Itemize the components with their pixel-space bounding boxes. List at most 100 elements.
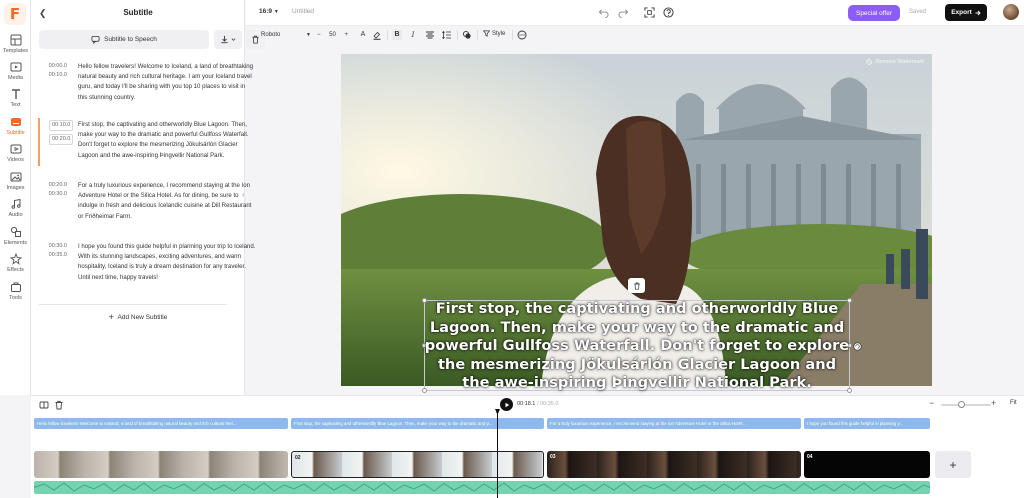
subtitle-text[interactable]: First stop, the captivating and otherwor… <box>78 120 256 161</box>
export-button[interactable]: Export <box>945 4 987 21</box>
rail-item-tools[interactable]: Tools <box>0 281 31 301</box>
help-icon[interactable] <box>663 7 674 18</box>
rail-label: Elements <box>4 240 27 246</box>
subtitle-end[interactable]: 00:35.0 <box>39 251 75 260</box>
layers-icon[interactable] <box>462 30 472 40</box>
italic-icon[interactable]: I <box>408 30 418 40</box>
fullscreen-icon[interactable] <box>644 7 655 18</box>
redo-icon[interactable] <box>618 7 629 18</box>
elements-icon <box>10 226 21 237</box>
rail-item-images[interactable]: Images <box>0 171 31 191</box>
rail-label: Videos <box>7 157 24 163</box>
video-clip-4[interactable]: 04 <box>804 451 930 478</box>
videos-icon <box>10 144 21 154</box>
aspect-ratio-select[interactable]: 16:9 ▼ <box>259 8 279 15</box>
toolbar-divider <box>512 30 513 40</box>
subtitle-times: 00:10.0 00:20.0 <box>39 120 75 148</box>
fit-button[interactable]: Fit <box>1010 400 1017 406</box>
top-bar: 16:9 ▼ Untitled Special offer Saved Expo… <box>246 0 1024 26</box>
subtitle-track-clip[interactable]: First stop, the captivating and otherwor… <box>291 418 544 429</box>
subtitle-times: 00:30.0 00:35.0 <box>39 242 75 260</box>
project-name[interactable]: Untitled <box>292 8 314 15</box>
subtitle-text[interactable]: Hello fellow travelers! Welcome to Icela… <box>78 62 256 103</box>
subtitle-end[interactable]: 00:30.0 <box>39 190 75 199</box>
collapse-panel-icon[interactable]: ‹ <box>242 190 250 206</box>
filter-icon <box>483 30 490 37</box>
video-clip-1[interactable] <box>34 451 288 478</box>
chevron-down-icon: ▼ <box>306 32 311 38</box>
editor-app: F Templates Media Text Subtitle Videos I… <box>0 0 1024 498</box>
effects-icon <box>9 253 22 265</box>
rail-item-effects[interactable]: Effects <box>0 253 31 273</box>
rail-label: Tools <box>9 295 22 301</box>
rotate-icon[interactable] <box>853 342 862 351</box>
video-clip-3[interactable]: 03 <box>547 451 801 478</box>
subtitle-track-clip[interactable]: I hope you found this guide helpful in p… <box>804 418 930 429</box>
rail-item-audio[interactable]: Audio <box>0 198 31 218</box>
remove-watermark-button[interactable]: Remove Watermark <box>866 59 924 65</box>
zoom-slider[interactable] <box>941 404 991 406</box>
font-size-stepper[interactable]: − 50 + <box>315 29 350 41</box>
subtitle-text[interactable]: I hope you found this guide helpful in p… <box>78 242 256 283</box>
add-subtitle-label: Add New Subtitle <box>117 314 168 321</box>
decrease-size-icon[interactable]: − <box>317 32 321 38</box>
clip-number: 02 <box>295 455 301 461</box>
subtitle-start-input[interactable]: 00:10.0 <box>49 120 73 131</box>
highlight-color-icon[interactable] <box>372 30 382 40</box>
user-avatar[interactable] <box>1003 4 1019 20</box>
speech-button-label: Subtitle to Speech <box>104 36 157 43</box>
trash-icon[interactable] <box>54 400 64 410</box>
app-logo[interactable]: F <box>4 3 26 25</box>
line-spacing-icon[interactable] <box>442 30 452 40</box>
delete-caption-button[interactable] <box>628 278 645 293</box>
text-icon <box>11 89 20 99</box>
split-icon[interactable] <box>39 400 49 410</box>
text-color-icon[interactable]: A <box>358 30 368 40</box>
current-time: 00:18.1 <box>517 401 536 407</box>
rail-item-elements[interactable]: Elements <box>0 226 31 246</box>
media-icon <box>10 62 21 72</box>
watermark-icon <box>866 59 872 65</box>
download-button[interactable] <box>214 30 242 49</box>
tools-icon <box>10 282 21 292</box>
subtitle-track-clip[interactable]: For a truly luxurious experience, I reco… <box>547 418 801 429</box>
watermark-label: Remove Watermark <box>875 59 924 65</box>
subtitle-text[interactable]: For a truly luxurious experience, I reco… <box>78 181 256 222</box>
zoom-in-icon[interactable]: + <box>991 398 996 408</box>
more-options-icon[interactable] <box>517 30 527 40</box>
caption-text[interactable]: First stop, the captivating and otherwor… <box>424 300 850 393</box>
align-center-icon[interactable] <box>425 30 435 40</box>
playhead[interactable] <box>497 410 498 498</box>
subtitle-end[interactable]: 00:10.0 <box>39 71 75 80</box>
subtitle-to-speech-button[interactable]: Subtitle to Speech <box>39 30 209 49</box>
add-clip-button[interactable]: + <box>935 451 971 478</box>
total-time: / 00:35.0 <box>537 401 559 407</box>
timeline: 00:18.1 / 00:35.0 − + Fit Hello fellow t… <box>31 395 1024 498</box>
rail-item-subtitle[interactable]: Subtitle <box>0 116 31 136</box>
rail-item-text[interactable]: Text <box>0 88 31 108</box>
font-family-select[interactable]: Roboto ▼ <box>258 29 314 41</box>
subtitle-start[interactable]: 00:00.0 <box>39 62 75 71</box>
play-button[interactable] <box>500 398 513 411</box>
increase-size-icon[interactable]: + <box>344 32 348 38</box>
subtitle-start[interactable]: 00:20.0 <box>39 181 75 190</box>
zoom-out-icon[interactable]: − <box>929 398 934 408</box>
audio-track[interactable] <box>34 481 930 494</box>
undo-icon[interactable] <box>598 7 609 18</box>
rail-item-media[interactable]: Media <box>0 61 31 81</box>
speech-bubble-icon <box>91 35 100 44</box>
style-button[interactable]: Style <box>483 30 505 37</box>
rail-item-templates[interactable]: Templates <box>0 34 31 54</box>
special-offer-button[interactable]: Special offer <box>848 5 900 21</box>
rail-item-videos[interactable]: Videos <box>0 143 31 163</box>
templates-icon <box>10 34 21 46</box>
bold-icon[interactable]: B <box>392 30 402 40</box>
subtitle-end-input[interactable]: 00:20.0 <box>49 134 73 145</box>
add-new-subtitle-button[interactable]: + Add New Subtitle <box>31 312 245 322</box>
rail-label: Audio <box>8 212 23 218</box>
subtitle-start[interactable]: 00:30.0 <box>39 242 75 251</box>
subtitle-track-clip[interactable]: Hello fellow travelers! Welcome to Icela… <box>34 418 288 429</box>
panel-title: Subtitle <box>123 8 153 17</box>
video-clip-2[interactable]: 02 <box>291 451 544 478</box>
zoom-slider-handle[interactable] <box>958 401 965 408</box>
